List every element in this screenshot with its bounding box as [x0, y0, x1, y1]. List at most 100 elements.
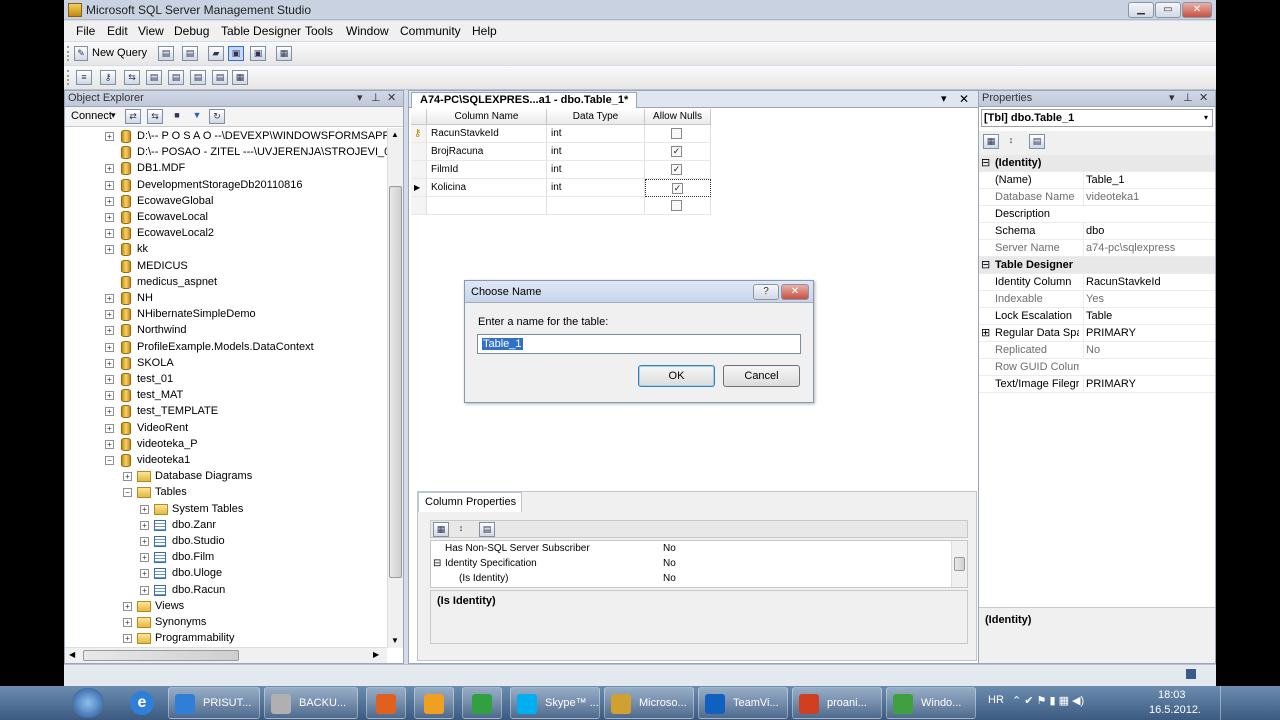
taskbar-button[interactable]	[414, 687, 454, 719]
expand-icon[interactable]: +	[105, 213, 114, 222]
taskbar-button[interactable]	[366, 687, 406, 719]
primary-key-icon[interactable]: ⚷	[100, 70, 116, 85]
property-row[interactable]: Row GUID Column	[979, 359, 1215, 376]
expand-icon[interactable]: −	[105, 456, 114, 465]
tree-item[interactable]: + dbo.Studio	[65, 533, 387, 549]
clock-time[interactable]: 18:03	[1158, 689, 1186, 701]
scroll-thumb[interactable]	[389, 186, 402, 578]
close-tab-icon[interactable]: ✕	[959, 92, 969, 106]
property-row[interactable]: ⊟ (Identity)	[979, 155, 1215, 172]
close-icon[interactable]: ✕	[387, 91, 396, 106]
dropdown-icon[interactable]: ▾	[1169, 91, 1175, 106]
tree-item[interactable]: + test_TEMPLATE	[65, 403, 387, 419]
tree-item[interactable]: + ProfileExample.Models.DataContext	[65, 339, 387, 355]
close-icon[interactable]: ✕	[781, 284, 809, 300]
expand-icon[interactable]: +	[140, 569, 149, 579]
tree-item[interactable]: medicus_aspnet	[65, 274, 387, 290]
tree-item[interactable]: D:\-- POSAO - ZITEL ---\UVJERENJA\STROJE…	[65, 144, 387, 160]
taskbar-button[interactable]: Skype™ ...	[510, 687, 600, 719]
toolbar-grip[interactable]	[67, 70, 70, 85]
row-selector[interactable]: ⚷	[411, 125, 427, 143]
new-query-icon[interactable]: ✎	[74, 46, 88, 61]
taskbar-button[interactable]: Microso...	[604, 687, 694, 719]
expand-icon[interactable]: +	[140, 520, 149, 530]
activity-monitor-icon[interactable]: ▦	[276, 46, 292, 61]
property-row[interactable]: Lock Escalation Table	[979, 308, 1215, 325]
expand-icon[interactable]: +	[123, 472, 132, 482]
chevron-down-icon[interactable]: ▾	[1204, 110, 1208, 126]
row-selector[interactable]	[411, 161, 427, 179]
internet-explorer-icon[interactable]: e	[130, 691, 154, 715]
allow-nulls-cell[interactable]: ✓	[645, 143, 711, 161]
tree-item[interactable]: + NH	[65, 290, 387, 306]
tree-item[interactable]: MEDICUS	[65, 258, 387, 274]
tree-item[interactable]: + dbo.Film	[65, 549, 387, 565]
stop-icon[interactable]: ■	[169, 109, 185, 124]
expand-icon[interactable]: +	[105, 164, 114, 174]
save-icon[interactable]: ▣	[228, 46, 244, 61]
tree-item[interactable]: + Views	[65, 598, 387, 614]
clock-date[interactable]: 16.5.2012.	[1149, 704, 1201, 716]
property-pages-icon[interactable]: ▤	[1029, 134, 1045, 149]
check-constraints-icon[interactable]: ▤	[212, 70, 228, 85]
tree-item[interactable]: + D:\-- P O S A O --\DEVEXP\WINDOWSFORMSA…	[65, 128, 387, 144]
categorized-icon[interactable]: ▦	[433, 522, 449, 537]
column-name-cell[interactable]	[427, 197, 547, 215]
tree-item[interactable]: + EcowaveLocal2	[65, 225, 387, 241]
pin-icon[interactable]: ⊥	[371, 91, 381, 106]
tree-item[interactable]: + test_MAT	[65, 387, 387, 403]
property-row[interactable]: Identity Column RacunStavkeId	[979, 274, 1215, 291]
minimize-button[interactable]: ▁	[1128, 2, 1154, 18]
tree-item[interactable]: + Synonyms	[65, 614, 387, 630]
new-project-icon[interactable]: ▤	[182, 46, 198, 61]
column-name-cell[interactable]: BrojRacuna	[427, 143, 547, 161]
column-property-row[interactable]: ⊟ Identity Specification No	[431, 556, 951, 571]
expand-icon[interactable]: +	[105, 245, 114, 255]
taskbar-button[interactable]: TeamVi...	[698, 687, 788, 719]
tree-item[interactable]: + dbo.Racun	[65, 582, 387, 598]
tree-item[interactable]: + test_01	[65, 371, 387, 387]
column-name-cell[interactable]: FilmId	[427, 161, 547, 179]
taskbar-button[interactable]: Windo...	[886, 687, 976, 719]
allow-nulls-checkbox[interactable]	[671, 128, 682, 139]
menu-item-edit[interactable]: Edit	[107, 24, 128, 38]
filter-icon[interactable]: ▼	[189, 109, 205, 124]
disconnect-icon[interactable]: ⇆	[147, 109, 163, 124]
row-selector[interactable]	[411, 197, 427, 215]
scroll-left-icon[interactable]: ◀	[69, 650, 75, 659]
refresh-icon[interactable]: ↻	[209, 109, 225, 124]
tree-item[interactable]: + Northwind	[65, 322, 387, 338]
tab-dropdown-icon[interactable]: ▾	[941, 92, 947, 105]
column-property-row[interactable]: Has Non-SQL Server Subscriber No	[431, 541, 951, 556]
tree-item[interactable]: + EcowaveGlobal	[65, 193, 387, 209]
column-name-cell[interactable]: Kolicina	[427, 179, 547, 197]
chevron-down-icon[interactable]: ▾	[111, 110, 116, 121]
menu-item-file[interactable]: File	[76, 24, 95, 38]
taskbar-button[interactable]	[462, 687, 502, 719]
expand-icon[interactable]: +	[140, 537, 149, 546]
scroll-thumb[interactable]	[83, 650, 239, 661]
vertical-scrollbar[interactable]	[951, 541, 967, 587]
tree-item[interactable]: + SKOLA	[65, 355, 387, 371]
new-query-button[interactable]: New Query	[92, 47, 147, 59]
object-selector[interactable]: [Tbl] dbo.Table_1 ▾	[981, 109, 1213, 127]
allow-nulls-checkbox[interactable]: ✓	[672, 183, 683, 194]
expand-icon[interactable]: +	[105, 294, 114, 303]
taskbar-button[interactable]: proani...	[792, 687, 882, 719]
property-row[interactable]: (Name) Table_1	[979, 172, 1215, 189]
scroll-up-icon[interactable]: ▲	[391, 130, 399, 139]
property-row[interactable]: Schema dbo	[979, 223, 1215, 240]
tree-item[interactable]: + Database Diagrams	[65, 468, 387, 484]
toolbar-grip[interactable]	[67, 46, 70, 61]
language-indicator[interactable]: HR	[988, 694, 1004, 706]
menu-item-tools[interactable]: Tools	[305, 24, 333, 38]
allow-nulls-cell[interactable]: ✓	[645, 179, 711, 197]
expand-icon[interactable]: +	[105, 375, 114, 384]
table-name-input[interactable]: Table_1	[477, 334, 801, 354]
dropdown-icon[interactable]: ▾	[357, 91, 363, 106]
alphabetical-icon[interactable]: ↕	[453, 522, 469, 537]
allow-nulls-cell[interactable]: ✓	[645, 161, 711, 179]
tree-item[interactable]: + System Tables	[65, 501, 387, 517]
allow-nulls-cell[interactable]	[645, 197, 711, 215]
tree-item[interactable]: + NHibernateSimpleDemo	[65, 306, 387, 322]
